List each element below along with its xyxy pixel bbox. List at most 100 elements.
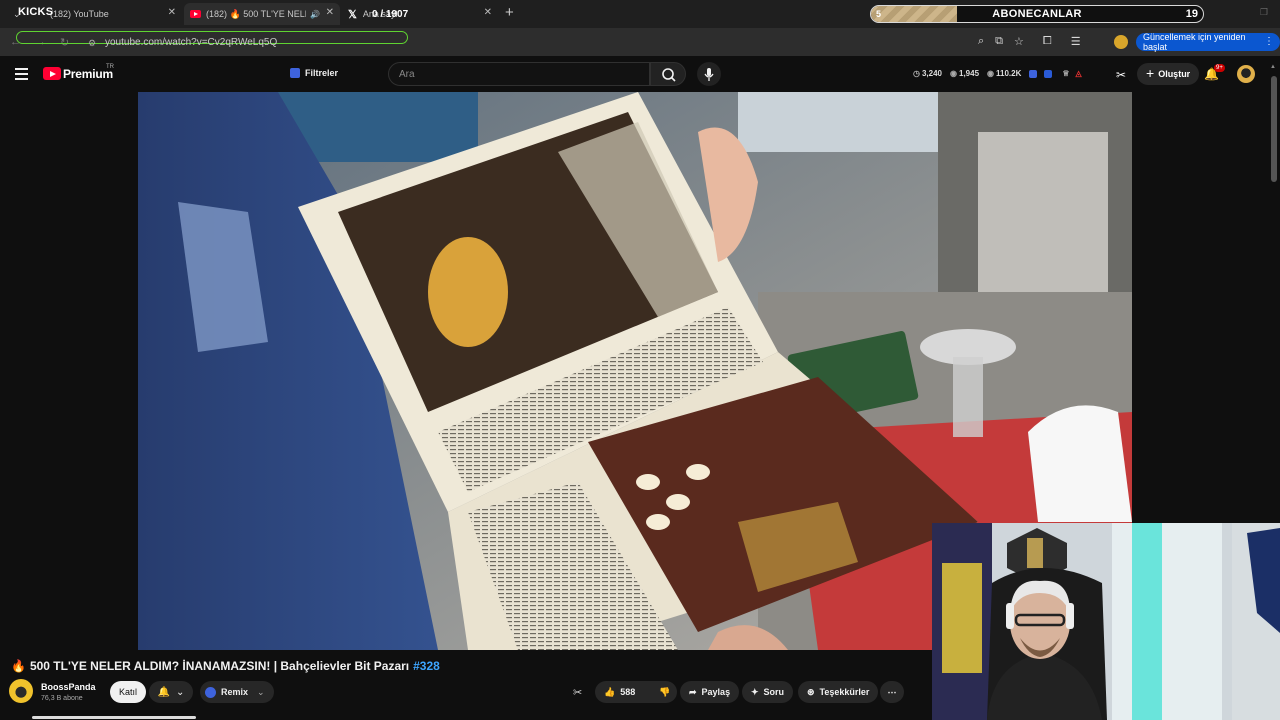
site-info-icon[interactable]: ⚙ — [88, 38, 96, 49]
ask-label: Soru — [763, 687, 785, 697]
close-tab-icon[interactable]: ✕ — [168, 7, 176, 18]
alert-icon[interactable]: ◬ — [1076, 69, 1082, 78]
window-controls: ❐ — [1260, 7, 1268, 18]
subscriber-goal-label: ABONECANLAR — [992, 8, 1082, 20]
zoom-icon[interactable]: ⌕ — [978, 35, 984, 48]
webcam-overlay — [932, 523, 1280, 720]
extension-stats: ◷ 3,240 ◉ 1,945 ◉ 110.2K ♕ ◬ — [913, 69, 1082, 78]
close-tab-icon[interactable]: ✕ — [326, 7, 334, 18]
overlay-counter: 0 / 1907 — [372, 9, 409, 20]
guide-menu-icon[interactable] — [15, 68, 28, 83]
share-button[interactable]: ➦ Paylaş — [680, 681, 740, 703]
clock-icon: ◷ — [913, 69, 920, 78]
kicks-overlay-label: KICKS — [18, 6, 54, 18]
tab-x-home[interactable]: 𝕏 Ana sayfa / X ✕ — [342, 3, 498, 25]
bookmark-star-icon[interactable]: ☆ — [1014, 35, 1024, 48]
close-tab-icon[interactable]: ✕ — [484, 7, 492, 18]
search-button[interactable] — [650, 62, 686, 86]
clip-icon[interactable]: ✂ — [1116, 68, 1126, 82]
page-scrollbar-thumb[interactable] — [1271, 76, 1277, 182]
video-title-text: 500 TL'YE NELER ALDIM? İNANAMAZSIN! | Ba… — [29, 659, 410, 673]
page-bottom-indicator — [32, 716, 196, 719]
country-code: TR — [106, 64, 114, 70]
audio-playing-icon[interactable]: 🔊 — [310, 10, 320, 19]
microphone-icon — [704, 68, 714, 81]
extensions-icon[interactable]: ⧠ — [1043, 35, 1052, 48]
subscriber-goal-end: 19 — [1185, 8, 1198, 20]
bell-icon: 🔔 — [157, 686, 171, 698]
channel-avatar[interactable] — [9, 679, 33, 703]
dislike-button[interactable]: 👎 — [659, 687, 670, 698]
share-arrow-icon: ➦ — [689, 686, 697, 697]
stat-value: 110.2K — [996, 69, 1022, 78]
chevron-down-icon: ⌄ — [257, 686, 265, 697]
address-bar-row: ← → ↻ ⚙ youtube.com/watch?v=Cv2qRWeLq5Q … — [0, 28, 1280, 56]
tab-current-video[interactable]: (182) 🔥 500 TL'YE NELER ALDIM 🔊 ✕ — [184, 3, 340, 25]
create-button[interactable]: + Oluştur — [1137, 63, 1200, 85]
x-favicon-icon: 𝕏 — [348, 8, 357, 21]
stat-views: ◉ 1,945 — [950, 69, 979, 78]
account-avatar[interactable] — [1237, 65, 1255, 83]
url-text[interactable]: youtube.com/watch?v=Cv2qRWeLq5Q — [105, 37, 277, 48]
streamer-webcam-image — [932, 523, 1280, 720]
browser-menu-icon[interactable]: ⋮ — [1264, 36, 1274, 47]
profile-avatar-icon[interactable] — [1114, 35, 1128, 49]
stat-value: 1,945 — [959, 69, 980, 78]
voice-search-button[interactable] — [697, 62, 721, 86]
video-hashtag-link[interactable]: #328 — [413, 659, 440, 673]
update-button-label: Güncellemek için yeniden başlat — [1143, 32, 1246, 52]
eye-icon: ◉ — [987, 69, 995, 78]
remix-icon — [205, 686, 216, 698]
extension-b-icon[interactable] — [1044, 69, 1053, 78]
new-tab-button[interactable]: + — [505, 4, 514, 21]
restore-window-icon[interactable]: ❐ — [1260, 7, 1268, 18]
more-actions-button[interactable]: ⋯ — [880, 681, 904, 703]
remix-button[interactable]: Remix ⌄ — [200, 681, 274, 703]
join-button[interactable]: Katıl — [110, 681, 147, 703]
like-count: 588 — [620, 687, 636, 697]
youtube-logo-icon[interactable] — [43, 67, 61, 80]
scroll-up-icon[interactable]: ▲ — [1270, 64, 1276, 70]
like-button[interactable]: 👍 588 — [604, 687, 635, 698]
create-label: Oluştur — [1158, 69, 1191, 79]
video-title: 🔥 500 TL'YE NELER ALDIM? İNANAMAZSIN! | … — [11, 659, 440, 673]
chevron-down-icon: ⌄ — [176, 686, 185, 698]
browser-action-icons: ⌕ ⧉ ☆ ⧠ ☰ — [978, 35, 1081, 48]
notifications-badge: 9+ — [1214, 64, 1225, 72]
fire-icon: 🔥 — [11, 659, 26, 673]
subscription-bell-button[interactable]: 🔔 ⌄ — [149, 681, 193, 703]
extension-a-icon[interactable] — [1029, 69, 1038, 78]
youtube-masthead: Premium TR Filtreler Ara ◷ 3,240 ◉ 1,945 ◉… — [0, 56, 1280, 92]
browser-tab-strip: ⌄ (182) YouTube ✕ KICKS (182) 🔥 500 TL'Y… — [0, 0, 1280, 28]
like-dislike-group: 👍 588 👎 — [595, 681, 677, 703]
thanks-button[interactable]: ⊛ Teşekkürler — [798, 681, 879, 703]
remix-label: Remix — [221, 687, 249, 697]
update-browser-button[interactable]: Güncellemek için yeniden başlat ⋮ — [1136, 32, 1280, 52]
stat-value: 3,240 — [921, 69, 943, 78]
filters-button[interactable]: Filtreler — [290, 68, 338, 78]
share-label: Paylaş — [701, 687, 731, 697]
thumbs-down-icon: 👎 — [659, 686, 671, 697]
tab-title: (182) YouTube — [50, 9, 109, 19]
clip-shortcut-icon[interactable]: ✂ — [573, 686, 582, 699]
plus-icon: + — [1146, 65, 1155, 81]
stat-watch-time: ◷ 3,240 — [913, 69, 942, 78]
eye-icon: ◉ — [950, 69, 957, 78]
ask-button[interactable]: ✦ Soru — [742, 681, 794, 703]
reading-list-icon[interactable]: ☰ — [1071, 35, 1081, 48]
filters-label: Filtreler — [305, 68, 339, 78]
thanks-label: Teşekkürler — [819, 687, 870, 697]
more-horizontal-icon: ⋯ — [887, 686, 897, 697]
youtube-favicon-icon — [190, 10, 201, 18]
super-thanks-icon: ⊛ — [807, 686, 815, 697]
tab-title: (182) 🔥 500 TL'YE NELER ALDIM — [206, 8, 306, 19]
search-icon — [662, 68, 676, 82]
trophy-icon[interactable]: ♕ — [1062, 69, 1069, 78]
thumbs-up-icon: 👍 — [604, 686, 616, 697]
stat-total: ◉ 110.2K — [987, 69, 1021, 78]
search-input[interactable]: Ara — [388, 62, 650, 86]
cast-icon[interactable]: ⧉ — [995, 35, 1003, 48]
channel-name[interactable]: BoossPanda — [41, 682, 96, 692]
subscriber-goal-bar: 5 ABONECANLAR 19 — [870, 5, 1204, 23]
extension-toolbar: ♕ ◬ — [1029, 69, 1082, 78]
